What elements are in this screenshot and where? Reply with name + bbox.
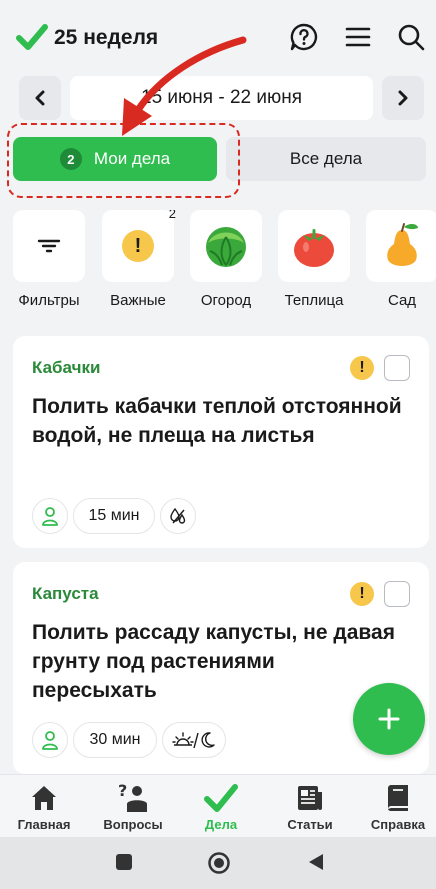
articles-icon	[298, 786, 322, 810]
questions-icon: ?	[118, 782, 147, 812]
nav-articles[interactable]: Статьи	[270, 781, 350, 832]
warning-icon: !	[122, 230, 154, 262]
drops-icon	[170, 507, 186, 524]
chevron-left-icon	[35, 90, 45, 106]
help-chat-icon[interactable]	[289, 22, 319, 52]
tab-all-tasks-label: Все дела	[289, 149, 363, 168]
category-label: Важные	[110, 292, 166, 309]
nav-label: Вопросы	[103, 817, 163, 832]
category-important[interactable]: ! 2 Важные	[101, 210, 176, 309]
sunrise-moon-icon	[172, 732, 215, 749]
task-checkbox[interactable]	[384, 581, 410, 607]
plus-icon	[378, 708, 400, 730]
menu-icon[interactable]	[343, 22, 373, 52]
task-title: Полить рассаду капусты, не давая грунту …	[32, 621, 395, 702]
person-icon	[42, 507, 58, 526]
duration-chip: 30 мин	[73, 722, 157, 758]
recent-apps-icon[interactable]	[115, 853, 133, 871]
cabbage-icon	[206, 227, 246, 267]
assignee-chip[interactable]	[32, 722, 68, 758]
nav-help[interactable]: Справка	[358, 781, 436, 832]
chevron-right-icon	[398, 90, 408, 106]
pear-icon	[387, 223, 418, 266]
nav-label: Дела	[204, 817, 238, 832]
duration-label: 15 мин	[88, 507, 140, 524]
nav-label: Главная	[17, 817, 71, 832]
person-icon	[42, 731, 58, 750]
duration-chip: 15 мин	[73, 498, 155, 534]
category-label: Огород	[200, 292, 252, 309]
warning-icon: !	[350, 356, 374, 380]
system-navigation-bar	[0, 837, 436, 889]
time-of-day-chip	[162, 722, 226, 758]
home-circle-icon[interactable]	[207, 851, 231, 875]
home-icon	[32, 786, 56, 810]
tab-all-tasks[interactable]: Все дела	[226, 137, 426, 181]
next-week-button[interactable]	[382, 76, 424, 120]
back-icon[interactable]	[307, 852, 325, 872]
task-checkbox[interactable]	[384, 355, 410, 381]
filter-icon	[37, 239, 61, 253]
task-card[interactable]: Кабачки ! Полить кабачки теплой отстоянн…	[13, 336, 429, 548]
category-label: Сад	[387, 292, 417, 309]
category-label: Фильтры	[18, 292, 80, 309]
tomato-icon	[294, 229, 334, 267]
category-orchard[interactable]: Сад	[365, 210, 436, 309]
add-task-button[interactable]	[353, 683, 425, 755]
book-icon	[388, 785, 408, 812]
task-category: Кабачки	[32, 358, 101, 377]
category-strip: Фильтры ! 2 Важные Огород Теплица Сад	[0, 210, 436, 320]
category-filters[interactable]: Фильтры	[12, 210, 86, 309]
check-logo-icon	[16, 24, 48, 50]
search-icon[interactable]	[396, 22, 426, 52]
task-title: Полить кабачки теплой отстоянной водой, …	[32, 395, 402, 447]
svg-text:?: ?	[118, 782, 127, 800]
nav-label: Справка	[370, 817, 426, 832]
warning-icon: !	[350, 582, 374, 606]
task-category: Капуста	[32, 584, 99, 603]
check-icon	[204, 784, 238, 812]
category-label: Теплица	[284, 292, 344, 309]
category-garden[interactable]: Огород	[189, 210, 263, 309]
category-greenhouse[interactable]: Теплица	[277, 210, 351, 309]
important-count-badge: 2	[168, 210, 176, 221]
duration-label: 30 мин	[89, 731, 141, 748]
bottom-navigation: Главная ? Вопросы Дела Статьи Справка	[0, 774, 436, 837]
assignee-chip[interactable]	[32, 498, 68, 534]
watering-chip	[160, 498, 196, 534]
red-pointer-arrow-icon	[122, 36, 247, 136]
nav-tasks[interactable]: Дела	[181, 781, 261, 832]
nav-questions[interactable]: ? Вопросы	[93, 781, 173, 832]
nav-home[interactable]: Главная	[4, 781, 84, 832]
prev-week-button[interactable]	[19, 76, 61, 120]
nav-label: Статьи	[287, 817, 333, 832]
